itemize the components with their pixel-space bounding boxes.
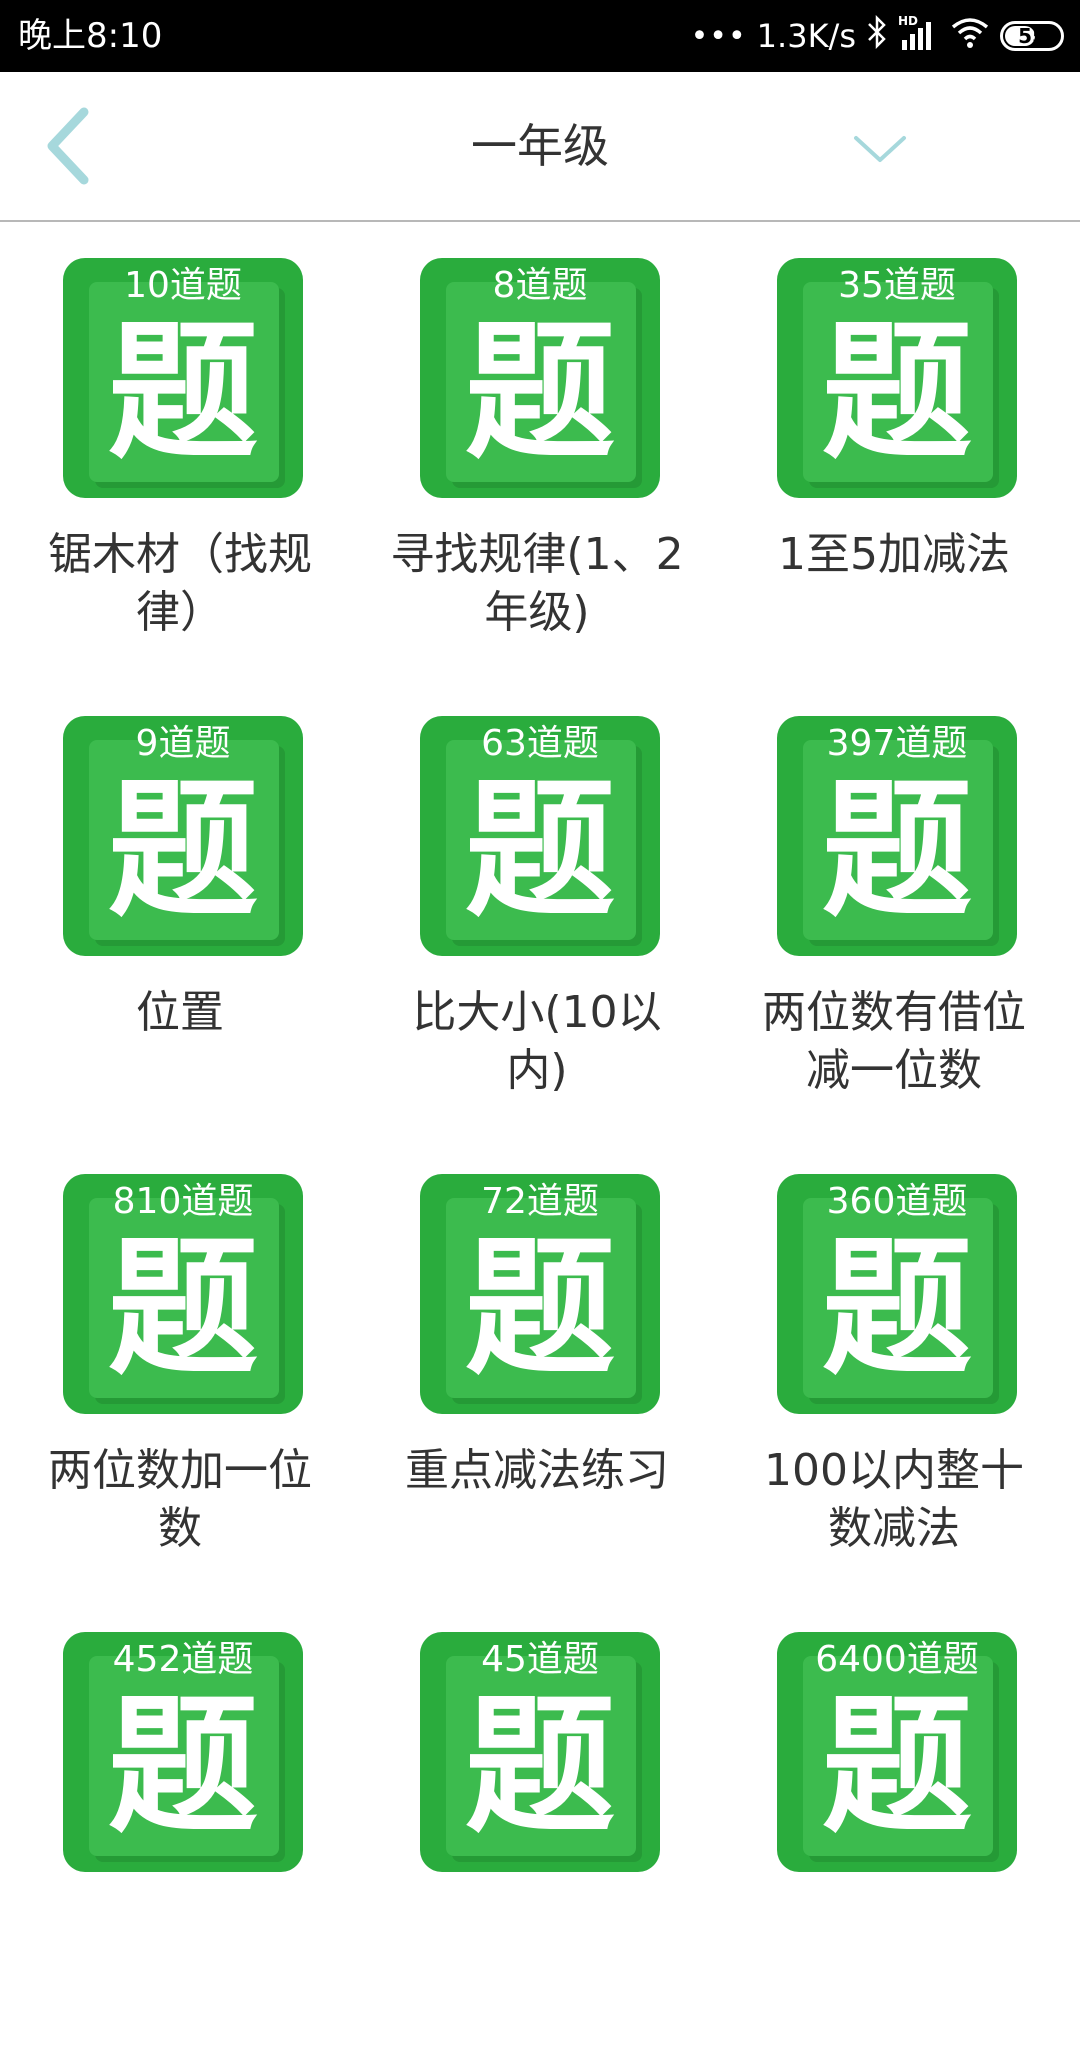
exercise-item[interactable]: 题 45道题 <box>357 1596 717 2054</box>
question-glyph-icon: 题 <box>107 306 258 480</box>
exercise-item[interactable]: 题 8道题寻找规律(1、2年级) <box>357 222 717 680</box>
exercise-label: 寻找规律(1、2年级) <box>390 529 684 638</box>
status-icons: ••• 1.3K/s HD 55 <box>691 12 1064 60</box>
exercise-tile[interactable]: 题 10道题 <box>63 258 303 498</box>
exercise-label: 100以内整十数减法 <box>764 1445 1024 1554</box>
question-glyph-icon: 题 <box>464 1222 615 1396</box>
exercise-label: 重点减法练习 <box>405 1445 669 1496</box>
question-count: 452道题 <box>112 1639 254 1680</box>
exercise-label: 两位数有借位减一位数 <box>762 987 1026 1096</box>
exercise-item[interactable]: 题 397道题两位数有借位减一位数 <box>714 680 1074 1138</box>
exercise-label: 1至5加减法 <box>778 529 1010 580</box>
bluetooth-icon <box>866 14 888 57</box>
chevron-down-icon <box>854 136 906 162</box>
exercise-label: 位置 <box>136 987 224 1038</box>
question-glyph-icon: 题 <box>107 764 258 938</box>
exercise-item[interactable]: 题 360道题 100以内整十数减法 <box>714 1138 1074 1596</box>
question-count: 35道题 <box>838 265 956 306</box>
exercise-item[interactable]: 题 452道题 <box>0 1596 360 2054</box>
battery-icon: 55 <box>1000 21 1064 51</box>
question-count: 8道题 <box>492 265 588 306</box>
wifi-icon <box>950 15 990 57</box>
question-count: 810道题 <box>112 1181 254 1222</box>
network-speed: 1.3K/s <box>756 17 856 55</box>
status-time: 晚上8:10 <box>18 16 163 56</box>
question-count: 63道题 <box>481 723 599 764</box>
question-count: 360道题 <box>826 1181 968 1222</box>
question-count: 9道题 <box>135 723 231 764</box>
exercise-tile[interactable]: 题 397道题 <box>777 716 1017 956</box>
exercise-label: 两位数加一位数 <box>48 1445 312 1554</box>
question-count: 10道题 <box>124 265 242 306</box>
exercise-item[interactable]: 题 63道题比大小(10以内) <box>357 680 717 1138</box>
question-glyph-icon: 题 <box>821 1680 972 1854</box>
question-glyph-icon: 题 <box>821 306 972 480</box>
status-bar: 晚上8:10 ••• 1.3K/s HD 55 <box>0 0 1080 72</box>
exercise-item[interactable]: 题 810道题两位数加一位数 <box>0 1138 360 1596</box>
exercise-item[interactable]: 题 6400道题 <box>714 1596 1074 2054</box>
question-glyph-icon: 题 <box>464 1680 615 1854</box>
question-glyph-icon: 题 <box>107 1222 258 1396</box>
question-count: 6400道题 <box>815 1639 979 1680</box>
grade-dropdown-button[interactable] <box>850 126 910 170</box>
exercise-label: 比大小(10以内) <box>412 987 662 1096</box>
exercise-tile[interactable]: 题 35道题 <box>777 258 1017 498</box>
question-count: 397道题 <box>826 723 968 764</box>
signal-dots-icon: ••• <box>690 18 747 54</box>
exercise-tile[interactable]: 题 452道题 <box>63 1632 303 1872</box>
question-glyph-icon: 题 <box>464 306 615 480</box>
exercise-tile[interactable]: 题 9道题 <box>63 716 303 956</box>
exercise-item[interactable]: 题 35道题 1至5加减法 <box>714 222 1074 680</box>
exercise-label: 锯木材（找规律） <box>48 529 312 638</box>
exercise-tile[interactable]: 题 8道题 <box>420 258 660 498</box>
exercise-tile[interactable]: 题 360道题 <box>777 1174 1017 1414</box>
cell-signal-icon: HD <box>898 14 940 54</box>
exercise-tile[interactable]: 题 72道题 <box>420 1174 660 1414</box>
question-count: 72道题 <box>481 1181 599 1222</box>
exercise-tile[interactable]: 题 810道题 <box>63 1174 303 1414</box>
exercise-tile[interactable]: 题 6400道题 <box>777 1632 1017 1872</box>
exercise-item[interactable]: 题 10道题锯木材（找规律） <box>0 222 360 680</box>
question-glyph-icon: 题 <box>821 764 972 938</box>
battery-level: 55 <box>1018 24 1046 48</box>
header: 一年级 <box>0 72 1080 222</box>
question-glyph-icon: 题 <box>821 1222 972 1396</box>
exercise-item[interactable]: 题 9道题位置 <box>0 680 360 1138</box>
exercise-tile[interactable]: 题 63道题 <box>420 716 660 956</box>
exercise-grid: 题 10道题 锯木材（找规律）题 8道题 寻找规律(1、2年级) 题 35道题 1至5加减法题… <box>0 222 1080 1920</box>
question-count: 45道题 <box>481 1639 599 1680</box>
page-title: 一年级 <box>471 119 609 173</box>
exercise-item[interactable]: 题 72道题重点减法练习 <box>357 1138 717 1596</box>
question-glyph-icon: 题 <box>107 1680 258 1854</box>
question-glyph-icon: 题 <box>464 764 615 938</box>
exercise-tile[interactable]: 题 45道题 <box>420 1632 660 1872</box>
